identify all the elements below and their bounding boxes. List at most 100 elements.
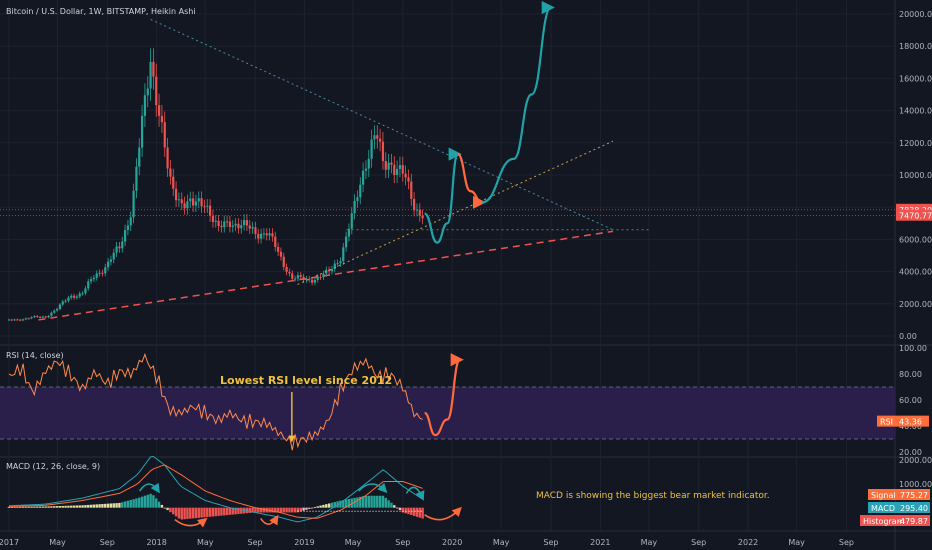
candle-body [177, 199, 181, 201]
candle-body [157, 105, 161, 116]
macd-histogram-bar [302, 507, 305, 511]
macd-histogram-bar [121, 502, 124, 508]
macd-histogram-bar [220, 507, 223, 516]
macd-histogram-bar [208, 507, 212, 517]
macd-histogram-bar [169, 507, 172, 513]
macd-histogram-bar [84, 505, 87, 508]
candle-body [149, 61, 152, 89]
axes: 2017 May Sep 2018 May Sep 2019 May Sep 2020 May Sep… [0, 10, 932, 547]
macd-histogram-bar [330, 502, 334, 508]
candle-body [203, 206, 206, 208]
macd-histogram-bar [305, 507, 308, 510]
x-tick-label: Sep [543, 538, 558, 547]
x-tick-label: May [641, 538, 658, 547]
rsi-value-text: 43.36 [899, 418, 922, 427]
macd-histogram-bar [203, 507, 206, 518]
candle-body [194, 201, 198, 206]
macd-histogram-bar [398, 507, 402, 511]
macd-histogram-bar [393, 505, 396, 508]
candle-body [16, 319, 19, 321]
rsi-tick-label: 80.00 [899, 370, 922, 379]
candle-body [36, 316, 39, 318]
macd-histogram-bar [327, 503, 331, 508]
x-tick-label: 2017 [0, 538, 19, 547]
candle-body [413, 198, 416, 211]
candle-body [58, 304, 62, 310]
x-tick-label: 2020 [442, 538, 462, 547]
candle-body [242, 220, 246, 226]
macd-value-name: Signal [871, 491, 896, 500]
candle-body [214, 220, 217, 222]
macd-tick-label: 1000.00 [899, 480, 932, 489]
macd-histogram-bar [279, 507, 283, 513]
candle-body [257, 233, 260, 239]
rsi-pane[interactable] [0, 352, 895, 451]
candle-body [390, 162, 393, 165]
candle-body [104, 267, 107, 274]
candle-body [288, 271, 291, 274]
macd-histogram-bar [44, 506, 47, 508]
macd-histogram-bar [149, 493, 152, 508]
candle-body [313, 279, 317, 283]
rsi-title: RSI (14, close) [6, 351, 64, 360]
macd-histogram-bar [109, 503, 113, 508]
candle-body [401, 165, 404, 174]
candle-body [89, 279, 93, 282]
macd-teal-arrow [405, 486, 425, 501]
macd-histogram-bar [24, 506, 28, 508]
candle-body [123, 229, 127, 242]
macd-histogram-bar [395, 507, 399, 509]
macd-histogram-bar [47, 506, 50, 508]
macd-histogram-bar [41, 506, 45, 508]
candle-body [396, 168, 399, 176]
macd-histogram-bar [319, 505, 322, 508]
candle-body [407, 177, 410, 182]
candle-body [225, 221, 229, 223]
macd-orange-arrow [260, 514, 279, 526]
macd-histogram-bar [200, 507, 203, 518]
macd-histogram-bar [367, 495, 370, 508]
candle-body [311, 279, 314, 283]
macd-histogram-bar [36, 506, 39, 508]
macd-histogram-bar [13, 506, 16, 508]
macd-tick-label: 2000.00 [899, 456, 932, 465]
macd-histogram-bar [138, 497, 141, 508]
macd-histogram-bar [118, 502, 121, 508]
macd-histogram-bar [316, 506, 319, 508]
macd-histogram-bar [225, 507, 229, 516]
macd-histogram-bar [98, 504, 101, 508]
candle-body [67, 297, 70, 301]
macd-histogram-bar [101, 504, 104, 508]
macd-histogram-bar [152, 495, 155, 508]
macd-histogram-bar [211, 507, 215, 517]
macd-histogram-bar [370, 495, 373, 508]
rsi-band [0, 387, 895, 439]
macd-histogram-bar [288, 507, 291, 513]
macd-histogram-bar [106, 503, 110, 508]
candle-body [61, 301, 64, 305]
candle-body [163, 122, 166, 148]
candle-body [152, 61, 155, 77]
candle-body [259, 233, 263, 239]
candle-body [268, 233, 271, 236]
price-tick-label: 10000.00 [899, 171, 932, 180]
candle-body [319, 276, 322, 278]
macd-histogram-bar [92, 504, 96, 508]
macd-value-text: -479.87 [897, 517, 928, 526]
candle-body [47, 315, 50, 318]
candle-body [132, 190, 135, 218]
price-tick-label: 6000.00 [899, 235, 932, 244]
macd-histogram-bar [172, 507, 175, 515]
price-pane[interactable] [0, 1, 895, 322]
macd-histogram-bar [293, 507, 297, 513]
x-tick-label: May [788, 538, 805, 547]
chart-title: Bitcoin / U.S. Dollar, 1W, BITSTAMP, Hei… [6, 7, 196, 16]
candle-body [135, 166, 138, 191]
macd-histogram-bar [78, 505, 81, 508]
candle-body [166, 147, 169, 169]
macd-histogram-bar [325, 504, 328, 508]
candle-body [367, 158, 370, 169]
x-tick-label: Sep [247, 538, 262, 547]
chart-canvas[interactable]: 2017 May Sep 2018 May Sep 2019 May Sep 2020 May Sep… [0, 0, 932, 550]
candle-body [296, 275, 300, 279]
